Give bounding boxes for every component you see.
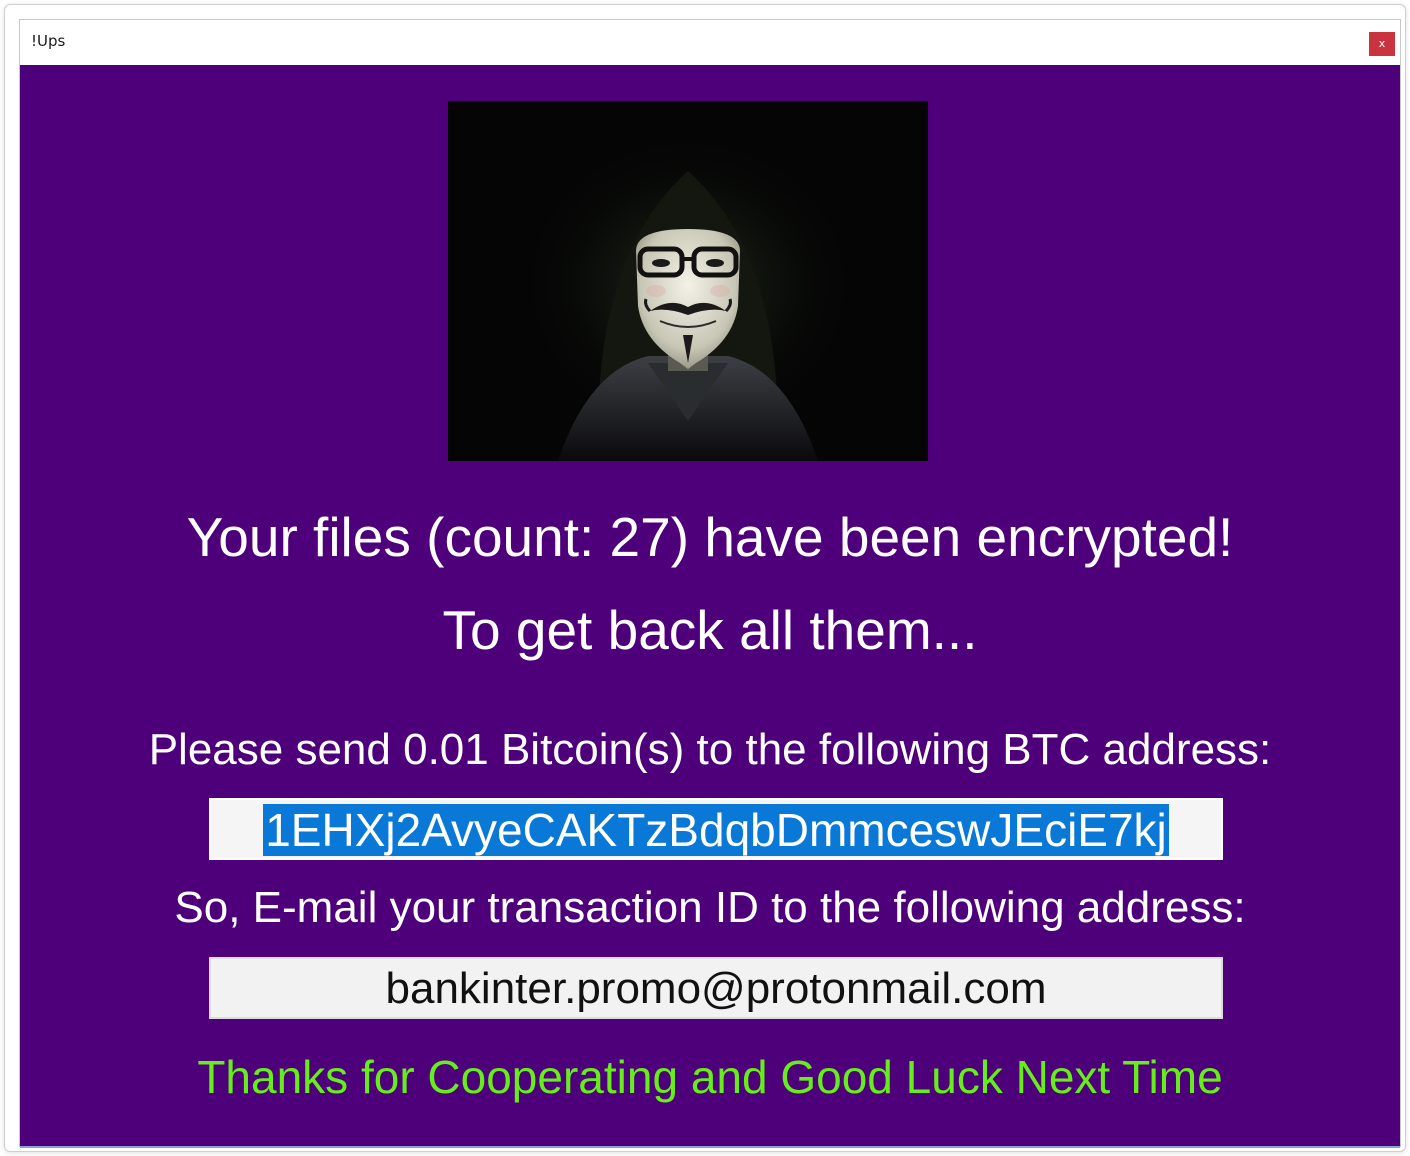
btc-address-selected-text[interactable]: 1EHXj2AvyeCAKTzBdqbDmmceswJEciE7kj <box>263 804 1169 856</box>
encrypted-headline: Your files (count: 27) have been encrypt… <box>186 506 1234 568</box>
email-address-field[interactable]: bankinter.promo@protonmail.com <box>209 957 1223 1019</box>
masked-hacker-icon <box>448 101 928 461</box>
masked-hacker-image <box>448 101 928 461</box>
ransom-window: !Ups x Your files (count: 27) have been … <box>19 19 1401 1148</box>
screenshot-frame: !Ups x Your files (count: 27) have been … <box>4 4 1406 1152</box>
payment-instruction: Please send 0.01 Bitcoin(s) to the follo… <box>148 725 1272 774</box>
title-bar[interactable]: !Ups x <box>20 20 1400 65</box>
close-button[interactable]: x <box>1369 32 1395 56</box>
closing-message: Thanks for Cooperating and Good Luck Nex… <box>197 1051 1223 1103</box>
ransom-note-panel: Your files (count: 27) have been encrypt… <box>20 65 1400 1148</box>
btc-address-field[interactable]: 1EHXj2AvyeCAKTzBdqbDmmceswJEciE7kj <box>209 798 1223 860</box>
get-back-subheadline: To get back all them... <box>442 599 978 661</box>
email-instruction: So, E-mail your transaction ID to the fo… <box>174 883 1246 932</box>
window-title: !Ups <box>31 32 66 50</box>
